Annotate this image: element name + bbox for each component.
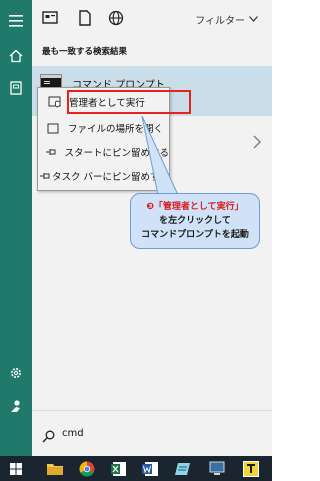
search-filter-bar: フィルター <box>32 0 272 38</box>
chevron-right-icon[interactable] <box>252 134 262 150</box>
pin-icon <box>38 147 64 157</box>
excel-icon[interactable] <box>108 458 130 479</box>
all-results-icon[interactable] <box>41 9 59 27</box>
menu-item-label: ファイルの場所を開く <box>68 124 164 135</box>
documents-filter-icon[interactable] <box>76 9 94 27</box>
search-input[interactable]: cmd <box>62 428 84 439</box>
web-globe-icon[interactable] <box>107 9 125 27</box>
context-menu: 管理者として実行 ファイルの場所を開く スタートにピン留めする タスク バーにピ… <box>37 87 191 191</box>
home-icon[interactable] <box>0 41 32 71</box>
menu-item-label: タスク バーにピン留めする <box>51 172 169 183</box>
remote-desktop-icon[interactable] <box>206 458 228 479</box>
filter-dropdown[interactable]: フィルター <box>195 12 258 27</box>
menu-item-pin-to-taskbar[interactable]: タスク バーにピン留めする <box>38 164 169 188</box>
word-icon[interactable] <box>140 458 162 479</box>
settings-gear-icon[interactable] <box>0 358 32 388</box>
notepad-icon[interactable] <box>172 458 194 479</box>
filter-label: フィルター <box>195 16 245 27</box>
folder-icon <box>38 123 68 134</box>
best-match-heading: 最も一致する検索結果 <box>42 47 128 57</box>
shield-run-icon <box>40 96 70 108</box>
taskbar <box>0 456 272 481</box>
chrome-icon[interactable] <box>76 458 98 479</box>
callout-step: ❸「管理者として実行」 <box>146 202 244 212</box>
search-icon <box>42 428 55 447</box>
menu-item-label: 管理者として実行 <box>69 98 145 109</box>
user-icon[interactable] <box>0 391 32 421</box>
start-menu-rail <box>0 0 32 456</box>
menu-item-run-as-admin[interactable]: 管理者として実行 <box>48 90 191 114</box>
menu-item-label: スタートにピン留めする <box>64 148 169 159</box>
callout-line: を左クリックして <box>159 216 231 226</box>
windows-start-icon[interactable] <box>5 458 27 479</box>
menu-item-open-file-location[interactable]: ファイルの場所を開く <box>38 116 169 140</box>
pin-icon <box>38 171 52 181</box>
instruction-callout: ❸「管理者として実行」 を左クリックして コマンドプロンプトを起動 <box>130 193 260 249</box>
search-box[interactable]: cmd <box>32 410 272 456</box>
callout-line: コマンドプロンプトを起動 <box>141 230 249 240</box>
menu-item-pin-to-start[interactable]: スタートにピン留めする <box>38 140 169 164</box>
app-t-icon[interactable] <box>240 458 262 479</box>
hamburger-menu-icon[interactable] <box>0 6 32 36</box>
file-explorer-icon[interactable] <box>44 458 66 479</box>
chevron-down-icon <box>249 14 258 25</box>
documents-icon[interactable] <box>0 73 32 103</box>
